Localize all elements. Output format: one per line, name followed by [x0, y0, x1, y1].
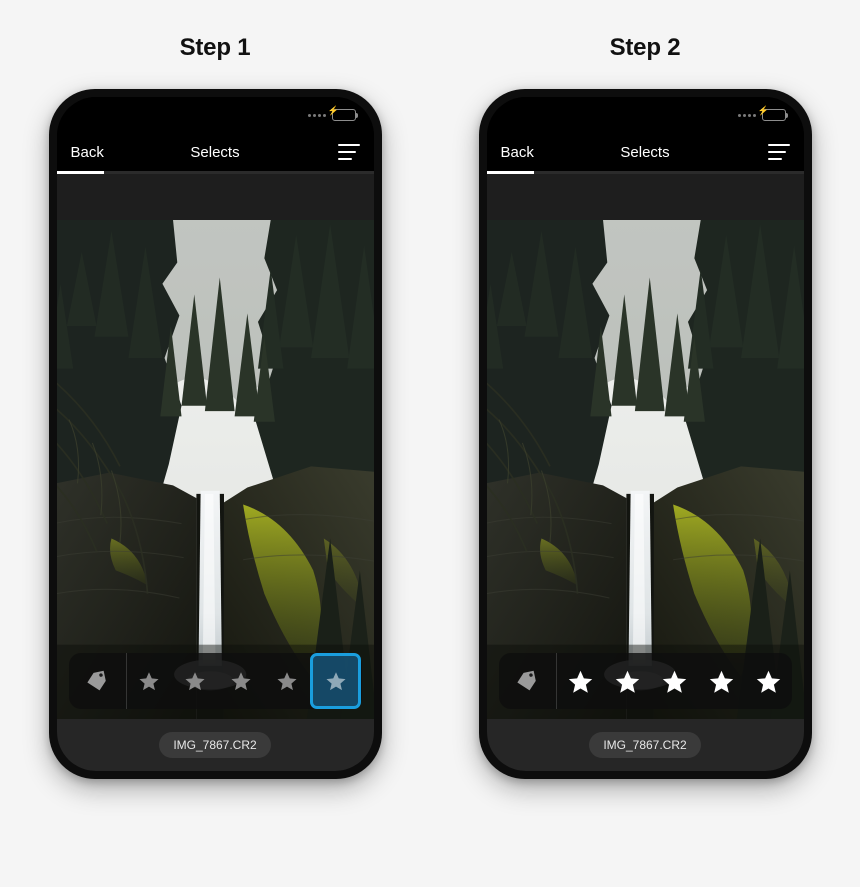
tag-icon [516, 670, 538, 692]
step-column-1: Step 1 ⚡ Back Selects IMG_7867.CR2 [0, 0, 430, 887]
steps-comparison: Step 1 ⚡ Back Selects IMG_7867.CR2 Step … [0, 0, 860, 887]
star-3[interactable] [651, 653, 698, 709]
signal-dots-icon [737, 113, 756, 117]
progress-bar-fill-1 [56, 171, 105, 174]
photo-viewer-1[interactable] [56, 220, 374, 719]
step-title-1: Step 1 [179, 34, 251, 61]
progress-bar-1 [56, 171, 374, 174]
star-rating-group-1[interactable] [127, 653, 362, 709]
filename-badge-1: IMG_7867.CR2 [159, 732, 271, 758]
phone-mockup-1: ⚡ Back Selects IMG_7867.CR2 [48, 89, 382, 779]
phone-screen-1: ⚡ Back Selects IMG_7867.CR2 [56, 97, 374, 771]
star-rating-group-2[interactable] [557, 653, 792, 709]
star-2[interactable] [172, 653, 218, 709]
status-bar-right-2: ⚡ [737, 106, 788, 121]
star-3[interactable] [218, 653, 264, 709]
tag-button-2[interactable] [499, 653, 557, 709]
star-4[interactable] [698, 653, 745, 709]
star-5[interactable] [745, 653, 792, 709]
signal-dots-icon [307, 113, 326, 117]
photo-viewer-2[interactable] [486, 220, 804, 719]
tag-button-1[interactable] [69, 653, 127, 709]
tag-icon [86, 670, 108, 692]
back-button-1[interactable]: Back [71, 144, 104, 161]
battery-charging-icon: ⚡ [758, 106, 788, 121]
status-bar-right-1: ⚡ [307, 106, 358, 121]
nav-title-2: Selects [620, 143, 670, 161]
star-2[interactable] [604, 653, 651, 709]
photo-image-2 [486, 220, 804, 719]
back-button-2[interactable]: Back [501, 144, 534, 161]
status-bar-1: ⚡ [56, 97, 374, 133]
photo-image-1 [56, 220, 374, 719]
battery-charging-icon: ⚡ [328, 106, 358, 121]
filmstrip-band-2[interactable] [486, 174, 804, 220]
filmstrip-band-1[interactable] [56, 174, 374, 220]
nav-bar-1: Back Selects [56, 133, 374, 171]
nav-bar-2: Back Selects [486, 133, 804, 171]
phone-screen-2: ⚡ Back Selects IMG_7867.CR2 [486, 97, 804, 771]
footer-2: IMG_7867.CR2 [486, 719, 804, 771]
step-column-2: Step 2 ⚡ Back Selects IMG_7867.CR2 [430, 0, 860, 887]
star-4[interactable] [264, 653, 310, 709]
star-1[interactable] [127, 653, 173, 709]
hamburger-menu-icon[interactable] [767, 144, 790, 160]
step-title-2: Step 2 [609, 34, 681, 61]
nav-title-1: Selects [190, 143, 240, 161]
rating-bar-2[interactable] [498, 653, 792, 709]
star-1[interactable] [557, 653, 604, 709]
footer-1: IMG_7867.CR2 [56, 719, 374, 771]
status-bar-2: ⚡ [486, 97, 804, 133]
rating-bar-1[interactable] [68, 653, 362, 709]
hamburger-menu-icon[interactable] [337, 144, 360, 160]
filename-badge-2: IMG_7867.CR2 [589, 732, 701, 758]
progress-bar-2 [486, 171, 804, 174]
star-5[interactable] [309, 653, 362, 709]
phone-mockup-2: ⚡ Back Selects IMG_7867.CR2 [478, 89, 812, 779]
progress-bar-fill-2 [486, 171, 535, 174]
